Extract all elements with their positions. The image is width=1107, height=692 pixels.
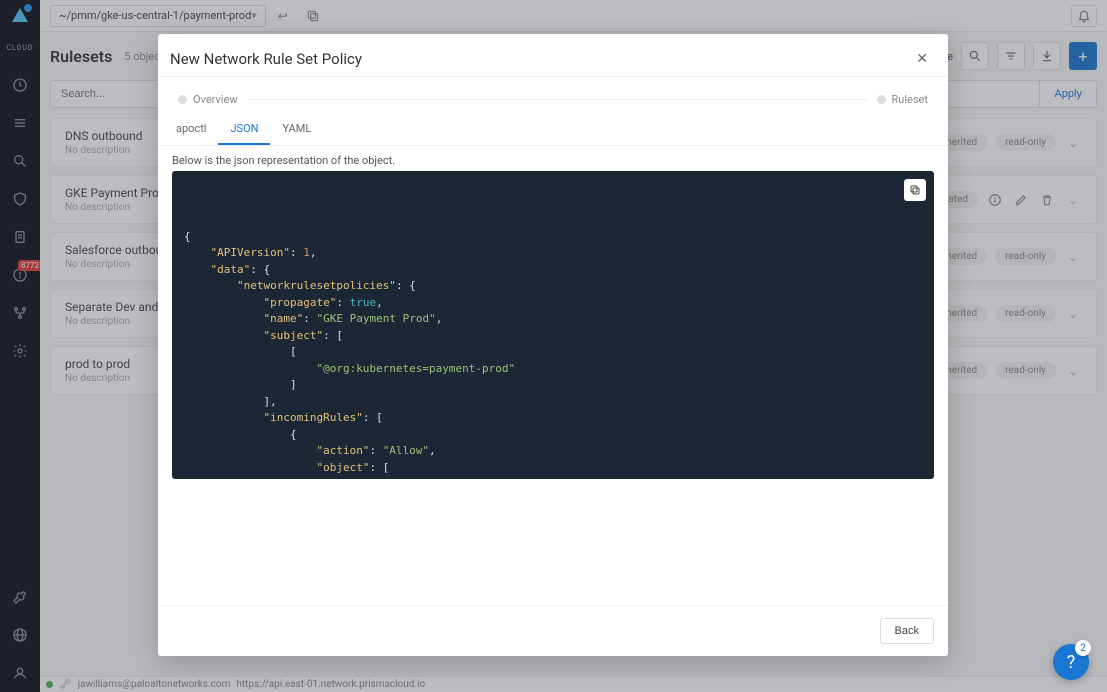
tab-json[interactable]: JSON xyxy=(218,114,270,145)
json-code-block[interactable]: { "APIVersion": 1, "data": { "networkrul… xyxy=(172,171,934,479)
modal-steps: Overview Ruleset xyxy=(158,77,948,114)
modal-header: New Network Rule Set Policy ✕ xyxy=(158,34,948,76)
help-badge: 2 xyxy=(1075,640,1091,656)
back-button[interactable]: Back xyxy=(880,618,934,644)
json-content: { "APIVersion": 1, "data": { "networkrul… xyxy=(184,229,922,480)
json-note: Below is the json representation of the … xyxy=(166,146,940,171)
close-icon[interactable]: ✕ xyxy=(916,51,928,67)
modal-footer: Back xyxy=(158,605,948,656)
tab-yaml[interactable]: YAML xyxy=(270,114,323,145)
step-ruleset[interactable]: Ruleset xyxy=(877,93,928,106)
help-bubble[interactable]: ? 2 xyxy=(1053,644,1089,680)
modal: New Network Rule Set Policy ✕ Overview R… xyxy=(158,34,948,656)
copy-button[interactable] xyxy=(904,179,926,201)
modal-title: New Network Rule Set Policy xyxy=(170,50,362,68)
question-icon: ? xyxy=(1067,652,1076,673)
step-overview[interactable]: Overview xyxy=(178,93,238,106)
tab-apoctl[interactable]: apoctl xyxy=(164,114,218,145)
modal-tabs: apoctl JSON YAML xyxy=(158,114,948,146)
